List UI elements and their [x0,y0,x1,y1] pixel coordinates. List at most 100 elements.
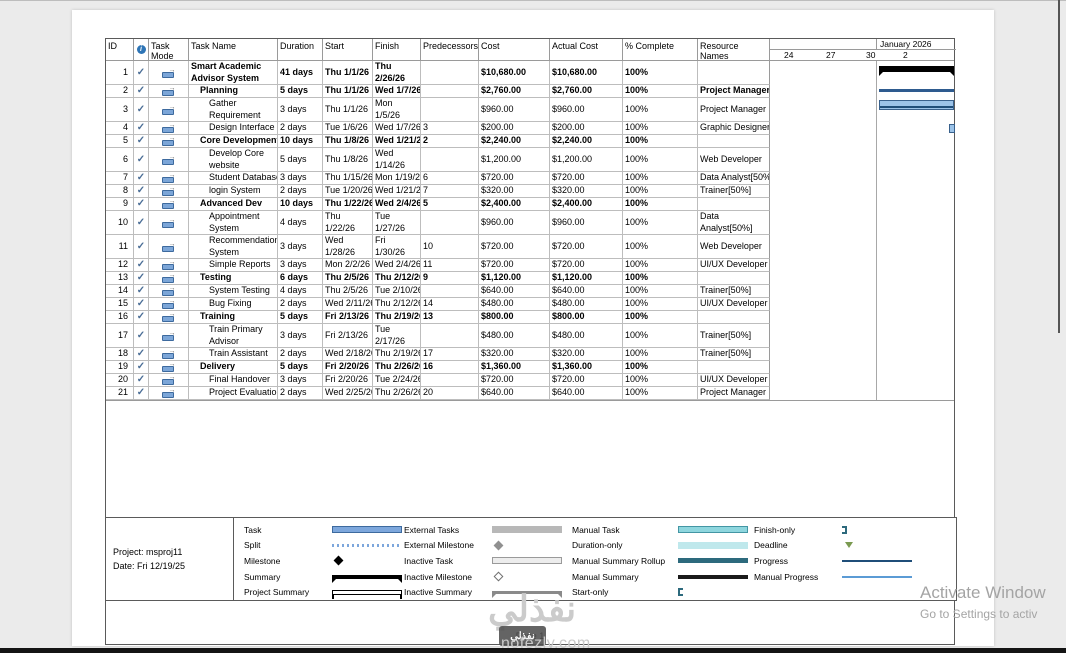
task-pct-complete-cell: 100% [623,374,698,387]
task-mode-cell [149,361,189,374]
check-icon: ✓ [136,216,146,228]
task-id-cell: 18 [106,348,134,361]
task-indicator-cell: ✓ [134,235,149,259]
task-predecessors-cell: 17 [421,348,479,361]
task-predecessors-cell [421,148,479,172]
task-start-cell: Thu 2/5/26 [323,272,373,285]
task-predecessors-cell [421,324,479,348]
legend-label: Manual Task [572,524,620,535]
gantt-chart-cell [770,198,956,211]
task-finish-cell: Wed 2/4/26 [373,259,421,272]
task-cost-cell: $320.00 [479,348,550,361]
task-predecessors-cell: 3 [421,122,479,135]
task-resources-cell: Trainer[50%] [698,324,770,348]
auto-scheduled-icon [161,311,176,322]
task-name-cell: Project Evaluation [189,387,278,400]
task-duration-cell: 2 days [278,185,323,198]
task-mode-cell [149,211,189,235]
task-predecessors-cell: 10 [421,235,479,259]
legend-swatch-holder [842,555,912,567]
info-icon: i [136,45,146,54]
task-actual-cost-cell: $2,400.00 [550,198,623,211]
task-start-cell: Thu 1/8/26 [323,148,373,172]
legend-swatch-holder [842,524,904,536]
legend-label: Task [244,524,262,535]
task-cost-cell: $480.00 [479,298,550,311]
task-start-cell: Thu 1/8/26 [323,135,373,148]
task-name-cell: Smart Academic Advisor System [189,61,278,85]
month-gridline [876,348,877,361]
task-mode-cell [149,374,189,387]
task-resources-cell [698,311,770,324]
month-gridline [876,272,877,285]
task-start-cell: Thu 1/1/26 [323,98,373,122]
scrollbar[interactable] [1058,0,1060,333]
auto-scheduled-icon [161,272,176,283]
task-mode-cell [149,387,189,400]
legend-label: Summary [244,571,281,582]
task-resources-cell [698,198,770,211]
check-icon: ✓ [136,348,146,359]
task-cost-cell: $1,120.00 [479,272,550,285]
manual-progress-swatch [842,575,912,578]
task-name-cell: Train Assistant [189,348,278,361]
legend-item: Manual Summary [572,569,754,585]
task-duration-cell: 2 days [278,122,323,135]
legend-label: Duration-only [572,540,623,551]
task-cost-cell: $960.00 [479,98,550,122]
task-resources-cell: Data Analyst[50%] [698,172,770,185]
task-pct-complete-cell: 100% [623,235,698,259]
task-id-cell: 14 [106,285,134,298]
month-gridline [876,374,877,387]
legend-item: Project Summary [244,584,404,600]
external-tasks-swatch [492,526,562,534]
task-id-cell: 2 [106,85,134,98]
timeline-day-tier: 24 27 30 2 [770,50,956,60]
task-predecessors-cell [421,374,479,387]
task-actual-cost-cell: $480.00 [550,324,623,348]
check-icon: ✓ [136,185,146,196]
task-row: 11 ✓ Recommendation System 3 days Wed 1/… [106,235,954,259]
task-name-cell: Testing [189,272,278,285]
gantt-chart-cell [770,61,956,85]
gantt-chart-cell [770,235,956,259]
legend-item: Milestone [244,553,404,569]
timeline-month-label: January 2026 [876,39,956,49]
task-finish-cell: Wed 1/14/26 [373,148,421,172]
gantt-chart-cell [770,387,956,400]
task-duration-cell: 6 days [278,272,323,285]
task-resources-cell: UI/UX Developer [698,259,770,272]
task-name-cell: Advanced Dev [189,198,278,211]
task-row: 7 ✓ Student Database 3 days Thu 1/15/26 … [106,172,954,185]
task-start-cell: Wed 1/28/26 [323,235,373,259]
task-indicator-cell: ✓ [134,122,149,135]
task-actual-cost-cell: $720.00 [550,235,623,259]
task-id-cell: 21 [106,387,134,400]
task-indicator-cell: ✓ [134,374,149,387]
task-finish-cell: Tue 2/17/26 [373,324,421,348]
gantt-chart-cell [770,374,956,387]
gantt-chart-cell [770,298,956,311]
check-icon: ✓ [136,103,146,115]
task-pct-complete-cell: 100% [623,259,698,272]
task-name-cell: Develop Core website [189,148,278,172]
check-icon: ✓ [136,122,146,133]
timeline-header: January 2026 24 27 30 2 [770,39,956,60]
auto-scheduled-icon [161,185,176,196]
task-finish-cell: Wed 1/21/26 [373,135,421,148]
task-pct-complete-cell: 100% [623,61,698,85]
finish-only-swatch [842,525,847,534]
task-mode-cell [149,311,189,324]
month-gridline [876,148,877,172]
task-start-cell: Fri 2/20/26 [323,361,373,374]
project-name: Project: msproj11 [113,547,183,557]
task-finish-cell: Wed 2/4/26 [373,198,421,211]
activate-windows-watermark: Activate Window Go to Settings to activ [920,583,1046,621]
check-icon: ✓ [136,298,146,309]
check-icon: ✓ [136,329,146,341]
gantt-bar-sliver [949,124,955,133]
task-actual-cost-cell: $200.00 [550,122,623,135]
legend-item: Task [244,522,404,538]
auto-scheduled-icon [161,135,176,146]
task-id-cell: 8 [106,185,134,198]
